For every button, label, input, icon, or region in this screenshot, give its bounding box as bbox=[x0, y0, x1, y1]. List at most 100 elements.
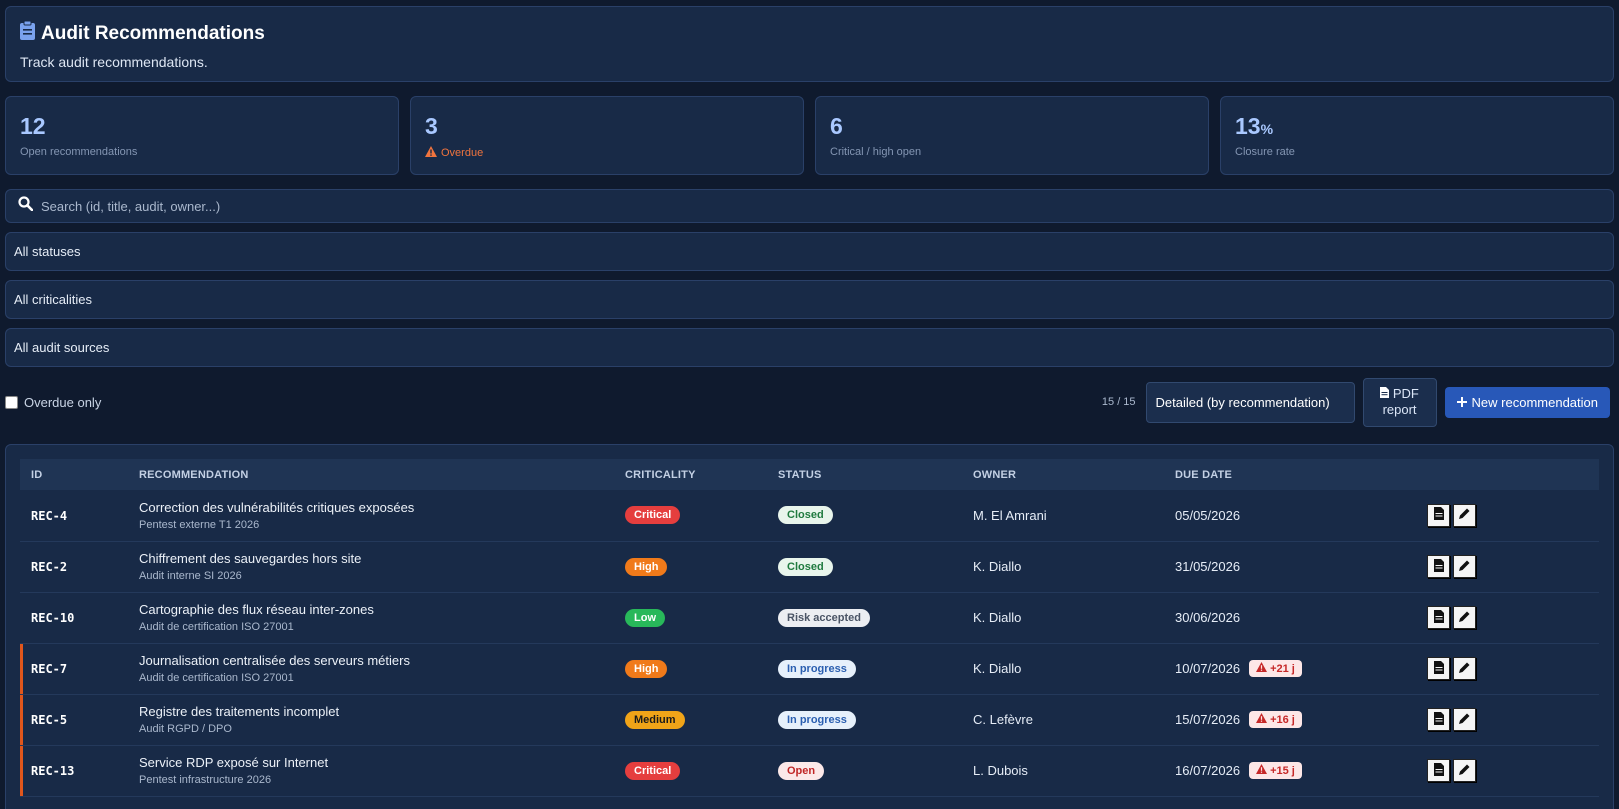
due-date-wrap: 15/07/2026 +16 j bbox=[1175, 711, 1416, 728]
row-pdf-button[interactable] bbox=[1427, 606, 1450, 629]
column-header-due-date[interactable]: DUE DATE bbox=[1164, 459, 1416, 490]
due-date-wrap: 30/06/2026 bbox=[1175, 610, 1416, 625]
status-badge: In progress bbox=[778, 710, 856, 729]
recommendations-table: ID RECOMMENDATION CRITICALITY STATUS OWN… bbox=[20, 459, 1599, 809]
cell-actions bbox=[1416, 694, 1599, 746]
plus-icon bbox=[1456, 395, 1467, 410]
table-header-row: ID RECOMMENDATION CRITICALITY STATUS OWN… bbox=[20, 459, 1599, 490]
row-edit-button[interactable] bbox=[1453, 503, 1476, 527]
pencil-icon bbox=[1458, 559, 1471, 575]
overdue-only-label: Overdue only bbox=[24, 394, 102, 410]
table-row[interactable]: REC-4 Correction des vulnérabilités crit… bbox=[20, 490, 1599, 542]
stat-critical-label: Critical / high open bbox=[830, 146, 922, 158]
cell-criticality: Medium bbox=[614, 694, 767, 746]
table-row[interactable]: REC-2 Chiffrement des sauvegardes hors s… bbox=[20, 541, 1599, 593]
recommendations-table-card: ID RECOMMENDATION CRITICALITY STATUS OWN… bbox=[5, 444, 1614, 809]
row-edit-button[interactable] bbox=[1453, 657, 1476, 680]
column-header-status[interactable]: STATUS bbox=[767, 459, 962, 490]
cell-actions bbox=[1416, 592, 1599, 644]
owner-name: M. El Amrani bbox=[973, 507, 1047, 523]
overdue-only-checkbox[interactable]: Overdue only bbox=[5, 395, 101, 410]
row-edit-button[interactable] bbox=[1453, 708, 1476, 731]
row-pdf-button[interactable] bbox=[1427, 657, 1450, 680]
page-header: Audit Recommendations Track audit recomm… bbox=[5, 6, 1614, 82]
table-row[interactable]: REC-5 Registre des traitements incomplet… bbox=[20, 694, 1599, 746]
result-count: 15 / 15 bbox=[1101, 396, 1136, 408]
row-actions bbox=[1427, 657, 1599, 680]
overdue-badge: +15 j bbox=[1249, 762, 1302, 779]
warning-icon bbox=[1256, 662, 1268, 675]
view-mode-select[interactable]: Detailed (by recommendation) bbox=[1145, 381, 1355, 423]
recommendation-source: Audit interne SI 2026 bbox=[139, 570, 242, 582]
file-pdf-icon bbox=[1433, 660, 1444, 677]
cell-actions bbox=[1416, 541, 1599, 593]
recommendation-source: Pentest externe T1 2026 bbox=[139, 518, 260, 531]
page-title-row: Audit Recommendations bbox=[20, 20, 1599, 46]
column-header-actions bbox=[1416, 459, 1599, 490]
criticality-badge: High bbox=[625, 659, 668, 678]
new-recommendation-label: New recommendation bbox=[1471, 394, 1598, 410]
file-pdf-icon bbox=[1380, 386, 1390, 401]
stat-closure-unit: % bbox=[1260, 121, 1274, 137]
warning-icon bbox=[1256, 713, 1268, 726]
column-header-id[interactable]: ID bbox=[20, 459, 128, 490]
recommendation-title: Registre des traitements incomplet bbox=[139, 704, 340, 719]
source-filter-select[interactable]: All audit sources bbox=[5, 328, 1614, 367]
row-pdf-button[interactable] bbox=[1427, 555, 1450, 578]
clipboard-icon bbox=[20, 20, 35, 46]
cell-recommendation: Correction des vulnérabilités critiques … bbox=[128, 490, 614, 542]
row-edit-button[interactable] bbox=[1453, 759, 1476, 782]
table-row[interactable]: REC-7 Journalisation centralisée des ser… bbox=[20, 643, 1599, 695]
owner-name: L. Dubois bbox=[973, 763, 1028, 778]
cell-status: Closed bbox=[767, 541, 962, 593]
cell-due-date: 31/05/2026 bbox=[1164, 541, 1416, 593]
cell-owner: K. Diallo bbox=[962, 643, 1164, 695]
row-edit-button[interactable] bbox=[1453, 555, 1476, 578]
row-pdf-button[interactable] bbox=[1427, 759, 1450, 782]
pdf-report-button[interactable]: PDF report bbox=[1362, 377, 1437, 427]
row-pdf-button[interactable] bbox=[1427, 708, 1450, 731]
new-recommendation-button[interactable]: New recommendation bbox=[1444, 386, 1610, 418]
stat-critical-value: 6 bbox=[830, 113, 843, 139]
table-row[interactable]: REC-10 Cartographie des flux réseau inte… bbox=[20, 592, 1599, 644]
recommendation-id: REC-2 bbox=[31, 560, 68, 574]
row-pdf-button[interactable] bbox=[1427, 503, 1450, 527]
cell-criticality: Low bbox=[614, 796, 767, 809]
stats-row: 12 Open recommendations 3 Overdue 6 Crit… bbox=[5, 96, 1614, 175]
status-filter-select[interactable]: All statuses bbox=[5, 232, 1614, 271]
recommendation-title: Chiffrement des sauvegardes hors site bbox=[139, 551, 362, 566]
stat-critical-high: 6 Critical / high open bbox=[815, 96, 1209, 175]
cell-due-date: 05/05/2026 bbox=[1164, 490, 1416, 542]
cell-due-date: 15/07/2026 +16 j bbox=[1164, 694, 1416, 746]
pdf-button-label2: report bbox=[1382, 402, 1417, 417]
criticality-filter-select[interactable]: All criticalities bbox=[5, 280, 1614, 319]
overdue-badge: +16 j bbox=[1249, 711, 1302, 728]
pencil-icon bbox=[1458, 507, 1471, 523]
stat-overdue-value: 3 bbox=[425, 113, 438, 139]
column-header-recommendation[interactable]: RECOMMENDATION bbox=[128, 459, 614, 490]
column-header-owner[interactable]: OWNER bbox=[962, 459, 1164, 490]
pencil-icon bbox=[1458, 661, 1471, 677]
cell-status: Closed bbox=[767, 490, 962, 542]
owner-name: K. Diallo bbox=[973, 559, 1022, 574]
recommendation-source: Audit de certification ISO 27001 bbox=[139, 672, 294, 684]
cell-due-date bbox=[1164, 796, 1416, 809]
pencil-icon bbox=[1458, 610, 1471, 626]
cell-owner: K. Diallo bbox=[962, 592, 1164, 644]
stat-closure-rate: 13% Closure rate bbox=[1220, 96, 1614, 175]
cell-status: Risk accepted bbox=[767, 592, 962, 644]
search-input[interactable]: Search (id, title, audit, owner...) bbox=[5, 189, 1614, 223]
cell-actions bbox=[1416, 490, 1599, 542]
checkbox-box[interactable] bbox=[5, 395, 18, 409]
row-edit-button[interactable] bbox=[1453, 606, 1476, 629]
column-header-criticality[interactable]: CRITICALITY bbox=[614, 459, 767, 490]
table-row[interactable]: REC-13 Service RDP exposé sur Internet P… bbox=[20, 745, 1599, 797]
due-date-wrap: 10/07/2026 +21 j bbox=[1175, 660, 1416, 677]
cell-id: REC-4 bbox=[20, 490, 128, 542]
criticality-filter-value: All criticalities bbox=[14, 292, 93, 307]
table-row[interactable]: Politique de mots de passe faible Low bbox=[20, 796, 1599, 809]
cell-status bbox=[767, 796, 962, 809]
cell-criticality: Critical bbox=[614, 745, 767, 797]
pdf-button-label1: PDF bbox=[1392, 386, 1419, 401]
file-pdf-icon bbox=[1433, 762, 1444, 779]
